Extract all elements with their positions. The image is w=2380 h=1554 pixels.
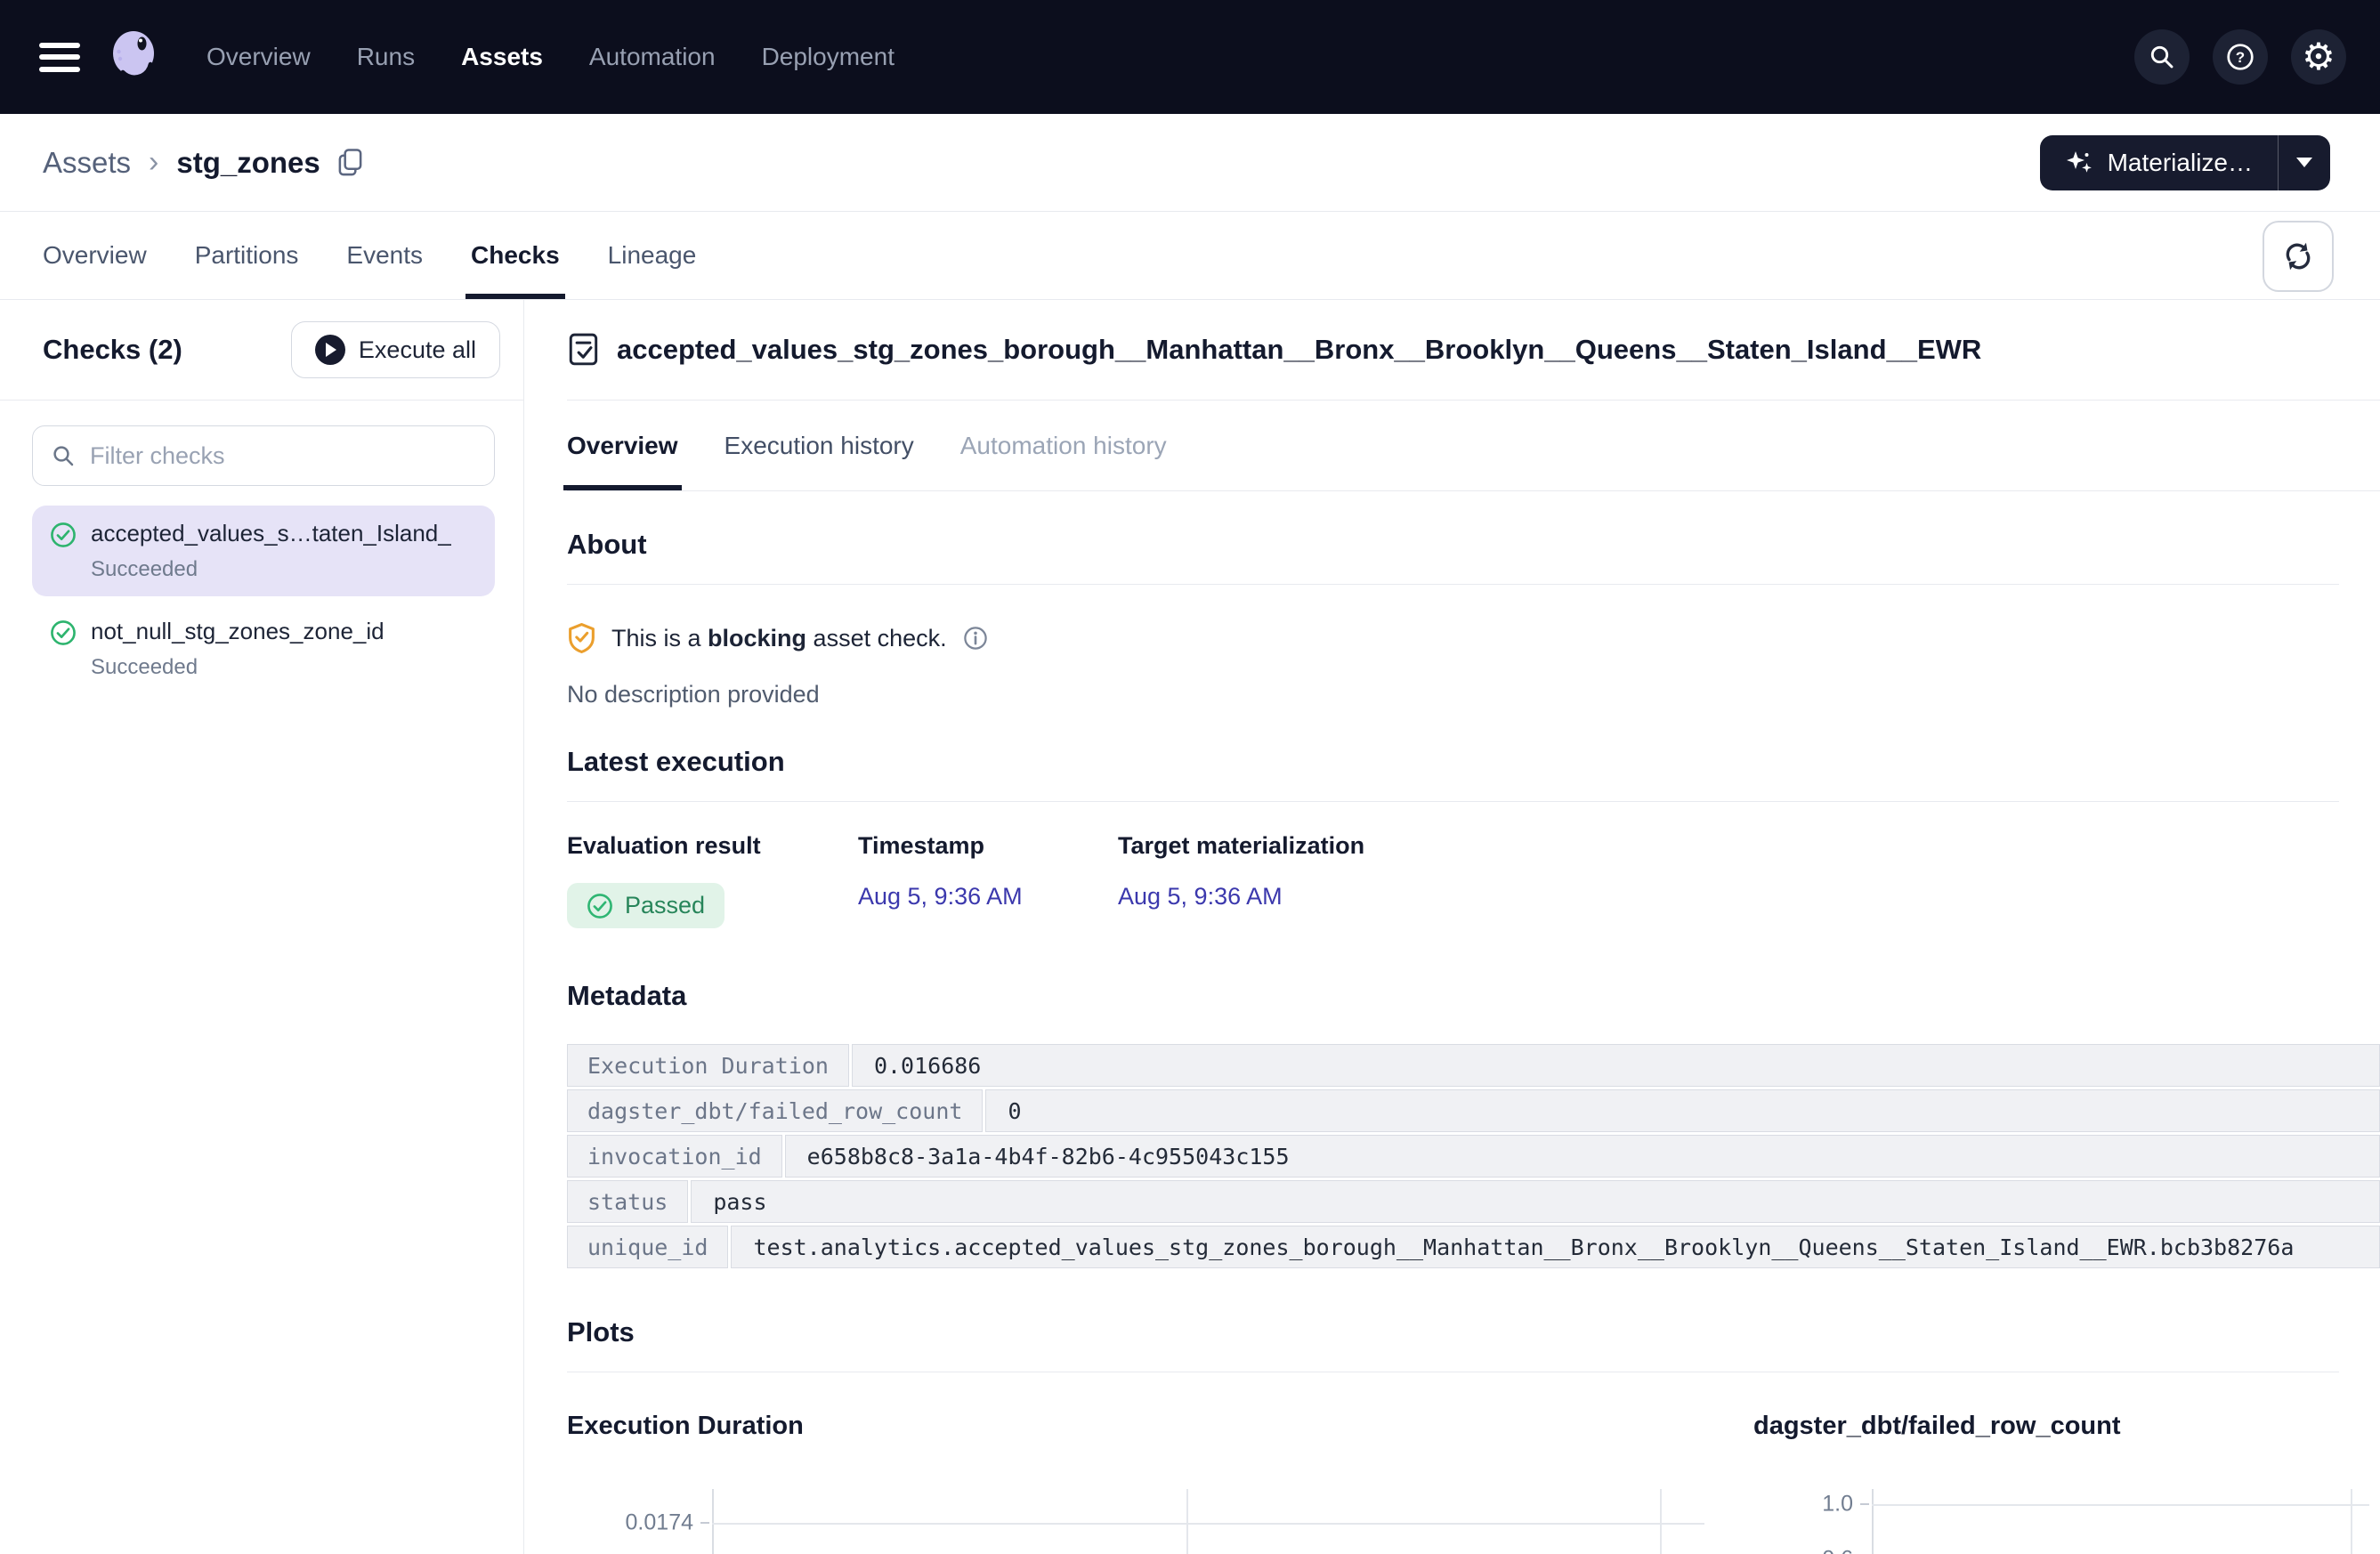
failed-row-count-chart: dagster_dbt/failed_row_count 1.0 0.6	[1753, 1412, 2380, 1554]
plots-heading: Plots	[567, 1316, 2339, 1372]
chart-title: dagster_dbt/failed_row_count	[1753, 1412, 2380, 1441]
tab-overview[interactable]: Overview	[43, 212, 147, 299]
sparkle-icon	[2065, 149, 2093, 177]
description-text: No description provided	[567, 681, 2380, 708]
checks-list: accepted_values_s…taten_Island_ Succeede…	[32, 506, 495, 694]
tab-events[interactable]: Events	[346, 212, 423, 299]
search-icon	[51, 443, 76, 468]
settings-button[interactable]: ⚙	[2291, 29, 2346, 85]
tab-lineage[interactable]: Lineage	[608, 212, 697, 299]
blocking-note: This is a blocking asset check.	[567, 622, 2380, 654]
latest-execution-heading: Latest execution	[567, 746, 2339, 802]
refresh-icon	[2280, 239, 2316, 274]
help-icon: ?	[2225, 42, 2255, 72]
gear-icon: ⚙	[2302, 38, 2335, 76]
chart-plot-area: 1.0 0.6	[1753, 1489, 2380, 1554]
breadcrumb-chevron-icon: ›	[149, 145, 158, 180]
search-icon	[2148, 43, 2176, 71]
check-success-icon	[587, 893, 613, 919]
y-axis-tick: 0.6	[1753, 1547, 1853, 1554]
check-success-icon	[50, 619, 77, 646]
checks-count-title: Checks (2)	[43, 334, 182, 366]
execution-duration-chart: Execution Duration 0.0174	[567, 1412, 1704, 1554]
filter-checks-input[interactable]	[88, 441, 476, 471]
tab-partitions[interactable]: Partitions	[195, 212, 299, 299]
subtab-automation-history[interactable]: Automation history	[960, 401, 1167, 490]
execute-all-button[interactable]: Execute all	[291, 321, 500, 378]
check-list-item-accepted-values[interactable]: accepted_values_s…taten_Island_ Succeede…	[32, 506, 495, 596]
nav-item-overview[interactable]: Overview	[206, 43, 311, 71]
chart-title: Execution Duration	[567, 1412, 1704, 1441]
col-timestamp: Timestamp	[858, 832, 1118, 860]
table-row: dagster_dbt/failed_row_count 0	[567, 1089, 2380, 1132]
checks-sidebar: Checks (2) Execute all	[0, 300, 524, 1554]
y-axis-tick: 1.0	[1753, 1492, 1853, 1518]
table-row: status pass	[567, 1180, 2380, 1223]
check-detail-panel: accepted_values_stg_zones_borough__Manha…	[524, 300, 2380, 1554]
check-detail-tabs: Overview Execution history Automation hi…	[567, 401, 2380, 491]
plots-section: Execution Duration 0.0174 dagster_dbt/fa…	[567, 1412, 2380, 1554]
asset-tabs-bar: Overview Partitions Events Checks Lineag…	[0, 212, 2380, 300]
target-materialization-link[interactable]: Aug 5, 9:36 AM	[1118, 883, 1283, 910]
metadata-value: test.analytics.accepted_values_stg_zones…	[731, 1226, 2380, 1268]
check-list-item-not-null[interactable]: not_null_stg_zones_zone_id Succeeded	[32, 603, 495, 694]
check-success-icon	[50, 522, 77, 548]
hamburger-menu-icon[interactable]	[39, 43, 80, 72]
passed-badge: Passed	[567, 883, 725, 928]
metadata-key: unique_id	[567, 1226, 728, 1268]
materialize-button[interactable]: Materialize…	[2040, 135, 2278, 190]
asset-check-icon	[567, 332, 601, 368]
metadata-value: 0.016686	[852, 1044, 2380, 1087]
y-axis-tick: 0.0174	[567, 1510, 693, 1536]
table-row: invocation_id e658b8c8-3a1a-4b4f-82b6-4c…	[567, 1135, 2380, 1178]
breadcrumb-bar: Assets › stg_zones Materialize…	[0, 114, 2380, 212]
search-button[interactable]	[2134, 29, 2190, 85]
materialize-dropdown-button[interactable]	[2279, 135, 2330, 190]
primary-nav: Overview Runs Assets Automation Deployme…	[206, 43, 895, 71]
nav-item-automation[interactable]: Automation	[589, 43, 716, 71]
col-target-materialization: Target materialization	[1118, 832, 1364, 860]
materialize-split-button: Materialize…	[2040, 135, 2330, 190]
metadata-key: invocation_id	[567, 1135, 782, 1178]
top-navbar: Overview Runs Assets Automation Deployme…	[0, 0, 2380, 114]
chart-plot-area: 0.0174	[567, 1489, 1704, 1554]
breadcrumb-assets-link[interactable]: Assets	[43, 146, 131, 180]
metadata-table: Execution Duration 0.016686 dagster_dbt/…	[567, 1044, 2380, 1268]
dagster-app: Overview Runs Assets Automation Deployme…	[0, 0, 2380, 1554]
metadata-value: pass	[691, 1180, 2380, 1223]
check-title: accepted_values_stg_zones_borough__Manha…	[617, 334, 1981, 366]
copy-icon	[336, 147, 364, 178]
metadata-value: e658b8c8-3a1a-4b4f-82b6-4c955043c155	[785, 1135, 2380, 1178]
copy-asset-name-button[interactable]	[336, 147, 364, 178]
dagster-logo-icon[interactable]	[107, 28, 166, 86]
col-evaluation-result: Evaluation result	[567, 832, 858, 860]
chevron-down-icon	[2296, 158, 2312, 167]
tab-checks[interactable]: Checks	[471, 212, 560, 299]
info-icon[interactable]	[962, 625, 989, 652]
refresh-button[interactable]	[2263, 221, 2334, 292]
page-title: stg_zones	[176, 146, 320, 180]
table-row: unique_id test.analytics.accepted_values…	[567, 1226, 2380, 1268]
subtab-overview[interactable]: Overview	[567, 401, 678, 490]
shield-check-icon	[567, 622, 596, 654]
metadata-value: 0	[985, 1089, 2380, 1132]
play-icon	[315, 335, 345, 365]
svg-text:?: ?	[2236, 49, 2245, 66]
metadata-key: Execution Duration	[567, 1044, 849, 1087]
metadata-key: dagster_dbt/failed_row_count	[567, 1089, 983, 1132]
metadata-heading: Metadata	[567, 980, 2380, 1012]
help-button[interactable]: ?	[2213, 29, 2268, 85]
materialize-label: Materialize…	[2108, 149, 2253, 177]
table-row: Execution Duration 0.016686	[567, 1044, 2380, 1087]
metadata-key: status	[567, 1180, 688, 1223]
filter-checks-field	[32, 425, 495, 486]
about-heading: About	[567, 529, 2339, 585]
nav-item-deployment[interactable]: Deployment	[762, 43, 895, 71]
timestamp-link[interactable]: Aug 5, 9:36 AM	[858, 883, 1023, 910]
nav-item-runs[interactable]: Runs	[357, 43, 415, 71]
nav-item-assets[interactable]: Assets	[461, 43, 543, 71]
subtab-execution-history[interactable]: Execution history	[725, 401, 914, 490]
